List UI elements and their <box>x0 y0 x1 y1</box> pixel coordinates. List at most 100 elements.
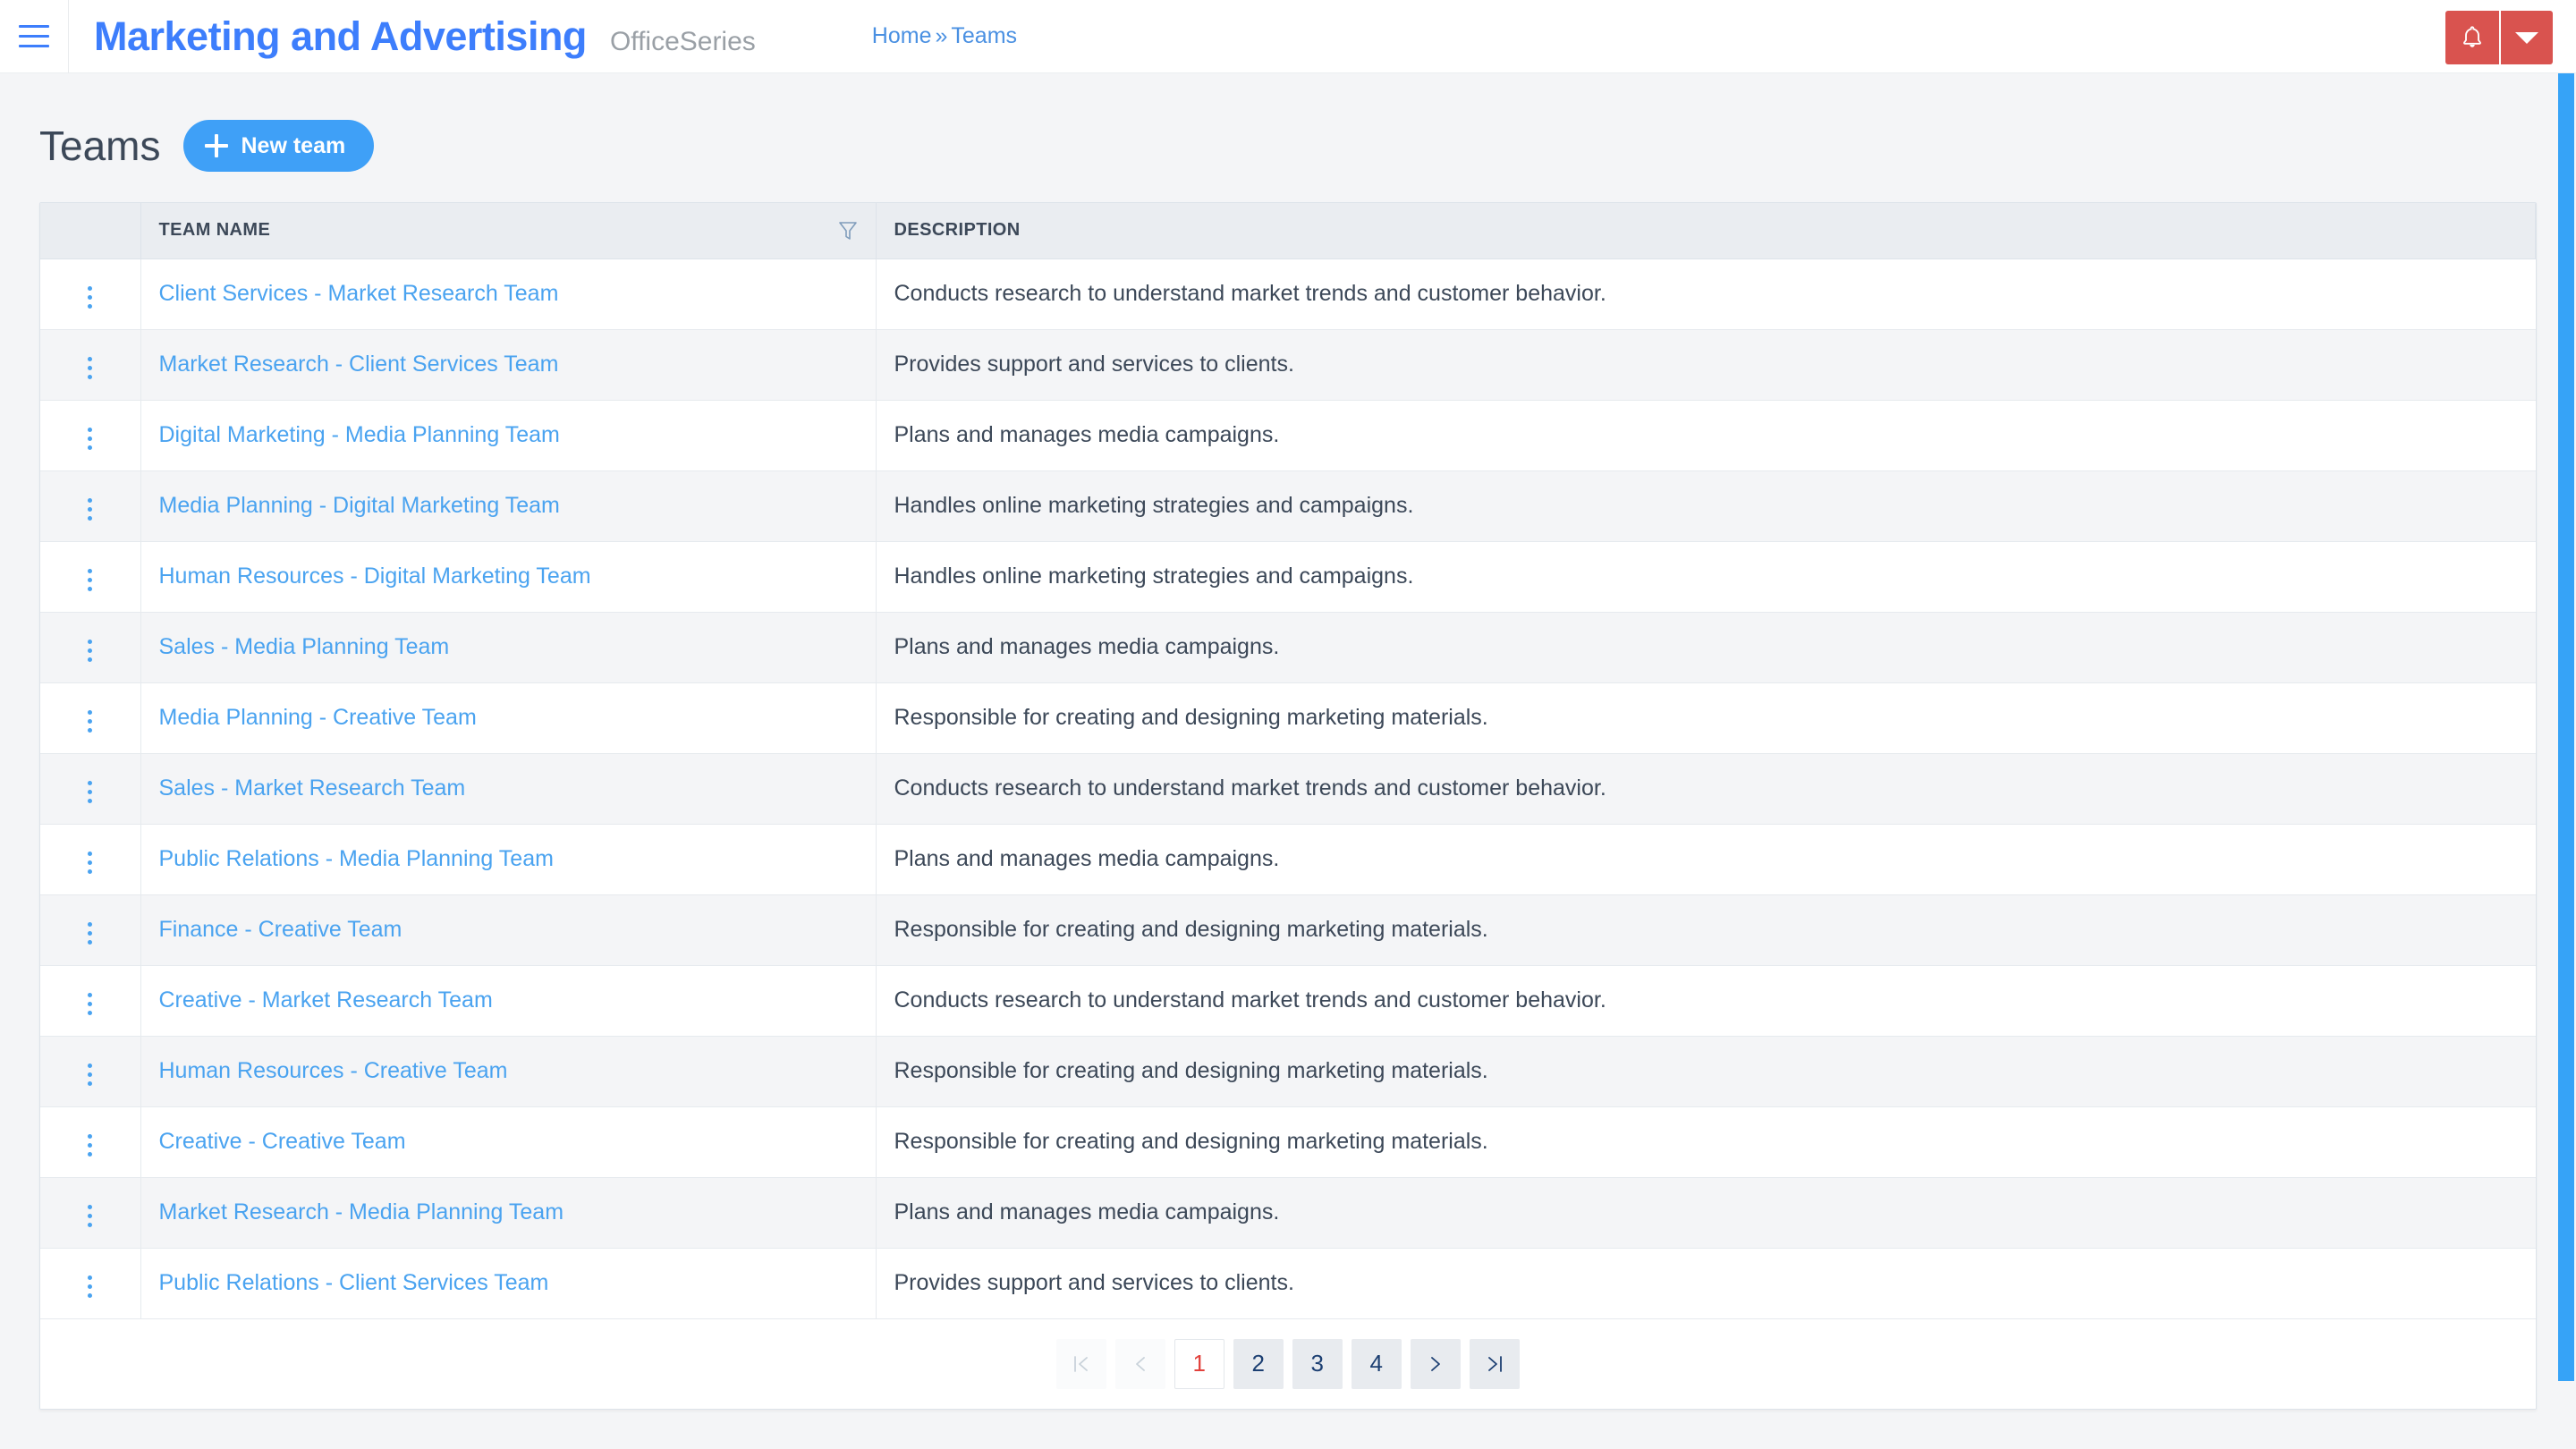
kebab-menu-icon[interactable] <box>72 419 108 458</box>
table-row: Media Planning - Digital Marketing Team H… <box>40 470 2536 542</box>
topbar-actions <box>2445 11 2553 64</box>
team-description-cell: Conducts research to understand market t… <box>876 965 2536 1037</box>
pagination-page-4[interactable]: 4 <box>1351 1338 1402 1389</box>
teams-table-card: TEAM NAME DESCRIPTION Client Services - … <box>39 202 2537 1410</box>
team-name-link[interactable]: Public Relations - Media Planning Team <box>159 846 554 871</box>
team-description-cell: Responsible for creating and designing m… <box>876 1106 2536 1178</box>
table-row: Sales - Market Research Team Conducts res… <box>40 753 2536 825</box>
team-description-cell: Plans and manages media campaigns. <box>876 400 2536 471</box>
team-name-link[interactable]: Creative - Creative Team <box>159 1129 406 1154</box>
team-name-link[interactable]: Client Services - Market Research Team <box>159 281 559 306</box>
team-description-cell: Provides support and services to clients… <box>876 329 2536 401</box>
team-name-link[interactable]: Human Resources - Creative Team <box>159 1058 508 1083</box>
last-page-icon <box>1487 1355 1502 1372</box>
kebab-menu-icon[interactable] <box>72 1196 108 1235</box>
prev-page-icon <box>1135 1356 1145 1371</box>
team-description-cell: Handles online marketing strategies and … <box>876 541 2536 613</box>
row-actions-cell <box>40 965 141 1037</box>
page-scrollbar-thumb[interactable] <box>2558 73 2574 1381</box>
kebab-menu-icon[interactable] <box>72 984 108 1023</box>
page-scrollbar-track[interactable] <box>2556 73 2576 1449</box>
pagination-page-1[interactable]: 1 <box>1174 1338 1224 1389</box>
pagination-next-button[interactable] <box>1410 1338 1461 1389</box>
team-description-cell: Provides support and services to clients… <box>876 1248 2536 1319</box>
team-name-link[interactable]: Sales - Media Planning Team <box>159 634 450 659</box>
team-name-cell: Market Research - Client Services Team <box>140 329 877 401</box>
column-header-description-label: DESCRIPTION <box>894 220 1021 241</box>
pagination-page-2[interactable]: 2 <box>1233 1338 1284 1389</box>
pagination-page-3[interactable]: 3 <box>1292 1338 1343 1389</box>
caret-down-icon <box>2515 32 2538 44</box>
row-actions-cell <box>40 258 141 330</box>
filter-funnel-icon[interactable] <box>838 220 858 242</box>
kebab-menu-icon[interactable] <box>72 1125 108 1165</box>
plus-icon <box>205 134 229 157</box>
breadcrumb-current-teams[interactable]: Teams <box>951 23 1017 49</box>
next-page-icon <box>1430 1356 1440 1371</box>
table-row: Media Planning - Creative Team Responsibl… <box>40 682 2536 754</box>
team-name-link[interactable]: Media Planning - Digital Marketing Team <box>159 493 560 518</box>
pagination-first-button[interactable] <box>1055 1338 1106 1389</box>
table-row: Public Relations - Media Planning Team Pl… <box>40 824 2536 895</box>
notifications-button[interactable] <box>2445 11 2499 64</box>
kebab-menu-icon[interactable] <box>72 913 108 953</box>
brand-area: Marketing and Advertising OfficeSeries <box>69 13 756 60</box>
kebab-menu-icon[interactable] <box>72 277 108 317</box>
team-name-link[interactable]: Finance - Creative Team <box>159 917 402 942</box>
pagination-prev-button[interactable] <box>1114 1338 1165 1389</box>
table-row: Creative - Creative Team Responsible for … <box>40 1106 2536 1178</box>
table-row: Human Resources - Digital Marketing Team… <box>40 541 2536 613</box>
table-row: Sales - Media Planning Team Plans and man… <box>40 612 2536 683</box>
team-name-link[interactable]: Public Relations - Client Services Team <box>159 1270 549 1295</box>
team-name-cell: Creative - Market Research Team <box>140 965 877 1037</box>
team-description-cell: Plans and manages media campaigns. <box>876 824 2536 895</box>
kebab-menu-icon[interactable] <box>72 631 108 670</box>
kebab-menu-icon[interactable] <box>72 1267 108 1306</box>
column-header-description[interactable]: DESCRIPTION <box>876 203 2536 259</box>
table-row: Digital Marketing - Media Planning Team P… <box>40 400 2536 471</box>
new-team-button[interactable]: New team <box>183 120 375 172</box>
team-name-link[interactable]: Market Research - Media Planning Team <box>159 1199 564 1224</box>
column-header-team-name[interactable]: TEAM NAME <box>140 203 877 259</box>
kebab-menu-icon[interactable] <box>72 772 108 811</box>
row-actions-cell <box>40 1177 141 1249</box>
breadcrumb-home-link[interactable]: Home <box>872 23 932 49</box>
team-name-link[interactable]: Creative - Market Research Team <box>159 987 493 1013</box>
notifications-dropdown-button[interactable] <box>2499 11 2553 64</box>
team-name-link[interactable]: Market Research - Client Services Team <box>159 352 559 377</box>
table-row: Market Research - Client Services Team Pr… <box>40 329 2536 401</box>
teams-table-head: TEAM NAME DESCRIPTION <box>40 203 2536 259</box>
first-page-icon <box>1073 1355 1088 1372</box>
page-content: Teams New team TEAM NAME DESCRIPTION Cli… <box>0 73 2576 1410</box>
team-description-cell: Plans and manages media campaigns. <box>876 1177 2536 1249</box>
kebab-menu-icon[interactable] <box>72 843 108 882</box>
row-actions-cell <box>40 824 141 895</box>
table-row: Market Research - Media Planning Team Pla… <box>40 1177 2536 1249</box>
team-description-cell: Conducts research to understand market t… <box>876 258 2536 330</box>
team-name-cell: Finance - Creative Team <box>140 894 877 966</box>
team-name-cell: Human Resources - Digital Marketing Team <box>140 541 877 613</box>
team-name-link[interactable]: Digital Marketing - Media Planning Team <box>159 422 560 447</box>
team-description-cell: Responsible for creating and designing m… <box>876 682 2536 754</box>
table-row: Client Services - Market Research Team Co… <box>40 258 2536 330</box>
hamburger-menu-button[interactable] <box>0 0 68 73</box>
row-actions-cell <box>40 682 141 754</box>
page-title: Teams <box>39 123 161 169</box>
team-name-link[interactable]: Human Resources - Digital Marketing Team <box>159 564 591 589</box>
pagination-last-button[interactable] <box>1469 1338 1520 1389</box>
teams-table-foot: 1 2 3 4 <box>40 1318 2536 1409</box>
kebab-menu-icon[interactable] <box>72 701 108 741</box>
team-name-cell: Digital Marketing - Media Planning Team <box>140 400 877 471</box>
team-name-cell: Public Relations - Media Planning Team <box>140 824 877 895</box>
table-row: Creative - Market Research Team Conducts … <box>40 965 2536 1037</box>
kebab-menu-icon[interactable] <box>72 1055 108 1094</box>
table-row: Public Relations - Client Services Team P… <box>40 1248 2536 1319</box>
kebab-menu-icon[interactable] <box>72 348 108 387</box>
pagination-row: 1 2 3 4 <box>40 1318 2536 1409</box>
team-name-cell: Public Relations - Client Services Team <box>140 1248 877 1319</box>
team-name-link[interactable]: Media Planning - Creative Team <box>159 705 477 730</box>
kebab-menu-icon[interactable] <box>72 560 108 599</box>
team-name-link[interactable]: Sales - Market Research Team <box>159 775 466 801</box>
team-description-cell: Plans and manages media campaigns. <box>876 612 2536 683</box>
kebab-menu-icon[interactable] <box>72 489 108 529</box>
